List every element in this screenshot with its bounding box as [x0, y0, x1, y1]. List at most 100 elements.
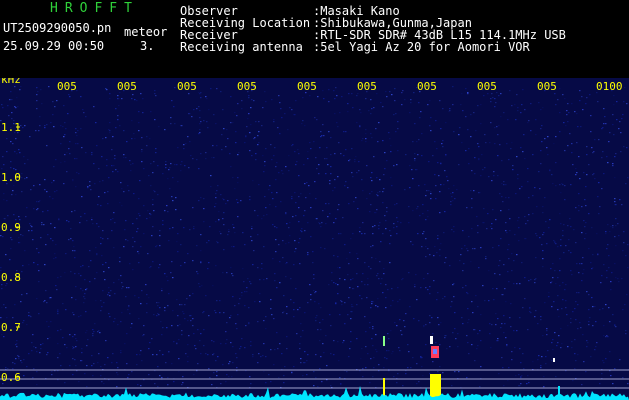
- noise-pixel: [297, 149, 299, 151]
- noise-pixel: [349, 348, 351, 350]
- noise-pixel: [570, 322, 572, 324]
- noise-pixel: [149, 217, 151, 219]
- noise-pixel: [586, 291, 588, 293]
- noise-pixel: [410, 102, 412, 104]
- noise-pixel: [605, 304, 607, 306]
- noise-pixel: [482, 285, 484, 287]
- noise-pixel: [172, 177, 174, 179]
- noise-pixel: [242, 232, 244, 234]
- noise-pixel: [134, 241, 136, 243]
- noise-pixel: [609, 321, 611, 323]
- noise-pixel: [420, 111, 422, 113]
- noise-pixel: [115, 169, 117, 171]
- noise-pixel: [581, 96, 583, 98]
- noise-pixel: [159, 307, 161, 309]
- noise-pixel: [496, 126, 498, 128]
- noise-pixel: [156, 315, 158, 317]
- noise-pixel: [281, 170, 283, 172]
- noise-pixel: [222, 218, 224, 220]
- noise-pixel: [63, 136, 65, 138]
- noise-pixel: [434, 174, 436, 176]
- noise-pixel: [559, 131, 561, 133]
- noise-pixel: [197, 273, 199, 275]
- noise-pixel: [427, 104, 429, 106]
- noise-pixel: [452, 284, 454, 286]
- noise-pixel: [603, 335, 605, 337]
- noise-pixel: [570, 318, 572, 320]
- noise-pixel: [45, 290, 47, 292]
- noise-pixel: [9, 99, 11, 101]
- noise-pixel: [323, 135, 325, 137]
- noise-pixel: [152, 172, 154, 174]
- noise-pixel: [99, 332, 101, 334]
- noise-pixel: [234, 188, 236, 190]
- noise-pixel: [412, 244, 414, 246]
- noise-pixel: [276, 227, 278, 229]
- noise-pixel: [394, 322, 396, 324]
- noise-pixel: [339, 112, 341, 114]
- noise-pixel: [605, 233, 607, 235]
- noise-pixel: [216, 190, 218, 192]
- noise-pixel: [369, 193, 371, 195]
- noise-pixel: [586, 174, 588, 176]
- noise-pixel: [131, 323, 133, 325]
- noise-pixel: [606, 270, 608, 272]
- noise-pixel: [471, 170, 473, 172]
- noise-pixel: [562, 230, 564, 232]
- noise-pixel: [442, 108, 444, 110]
- noise-pixel: [625, 255, 627, 257]
- noise-pixel: [91, 219, 93, 221]
- noise-pixel: [320, 247, 322, 249]
- noise-pixel: [383, 188, 385, 190]
- noise-pixel: [320, 226, 322, 228]
- noise-pixel: [562, 299, 564, 301]
- noise-pixel: [414, 153, 416, 155]
- noise-pixel: [100, 243, 102, 245]
- noise-pixel: [102, 264, 104, 266]
- noise-pixel: [371, 172, 373, 174]
- noise-pixel: [28, 312, 30, 314]
- noise-pixel: [584, 226, 586, 228]
- noise-pixel: [373, 156, 375, 158]
- noise-pixel: [347, 103, 349, 105]
- noise-pixel: [551, 342, 553, 344]
- noise-pixel: [461, 142, 463, 144]
- noise-pixel: [69, 96, 71, 98]
- noise-pixel: [295, 288, 297, 290]
- noise-pixel: [54, 106, 56, 108]
- noise-pixel: [39, 352, 41, 354]
- noise-pixel: [581, 206, 583, 208]
- noise-pixel: [482, 169, 484, 171]
- noise-pixel: [513, 330, 515, 332]
- noise-pixel: [462, 287, 464, 289]
- noise-pixel: [554, 93, 556, 95]
- noise-pixel: [547, 136, 549, 138]
- noise-pixel: [480, 366, 482, 368]
- noise-pixel: [437, 292, 439, 294]
- noise-pixel: [198, 168, 200, 170]
- noise-pixel: [610, 289, 612, 291]
- noise-pixel: [491, 228, 493, 230]
- noise-pixel: [40, 348, 42, 350]
- noise-pixel: [252, 354, 254, 356]
- noise-pixel: [347, 187, 349, 189]
- noise-pixel: [462, 270, 464, 272]
- noise-pixel: [377, 273, 379, 275]
- noise-pixel: [223, 312, 225, 314]
- noise-pixel: [505, 222, 507, 224]
- noise-pixel: [137, 251, 139, 253]
- noise-pixel: [507, 271, 509, 273]
- noise-pixel: [620, 132, 622, 134]
- noise-pixel: [343, 340, 345, 342]
- noise-pixel: [357, 258, 359, 260]
- x-tick-label: 0100: [596, 80, 623, 93]
- noise-pixel: [181, 161, 183, 163]
- noise-pixel: [51, 374, 53, 376]
- noise-pixel: [520, 383, 522, 385]
- noise-pixel: [171, 363, 173, 365]
- noise-pixel: [223, 212, 225, 214]
- noise-pixel: [44, 179, 46, 181]
- noise-pixel: [574, 368, 576, 370]
- noise-pixel: [14, 363, 16, 365]
- noise-pixel: [153, 210, 155, 212]
